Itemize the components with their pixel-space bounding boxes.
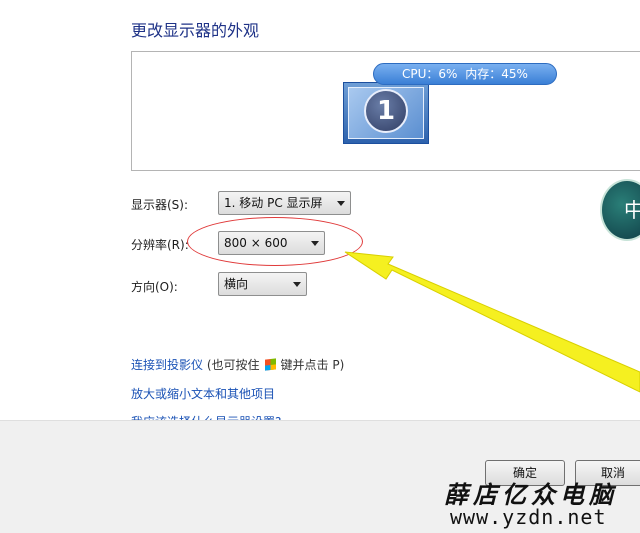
projector-hint-suffix: 键并点击 P) [280,358,345,372]
watermark-url: www.yzdn.net [450,505,607,529]
text-size-link[interactable]: 放大或缩小文本和其他项目 [131,385,275,402]
connect-projector-link[interactable]: 连接到投影仪 [131,358,203,372]
projector-link-row: 连接到投影仪 (也可按住 键并点击 P) [131,356,344,373]
projector-hint-prefix: (也可按住 [206,358,260,372]
windows-key-icon [264,358,276,371]
